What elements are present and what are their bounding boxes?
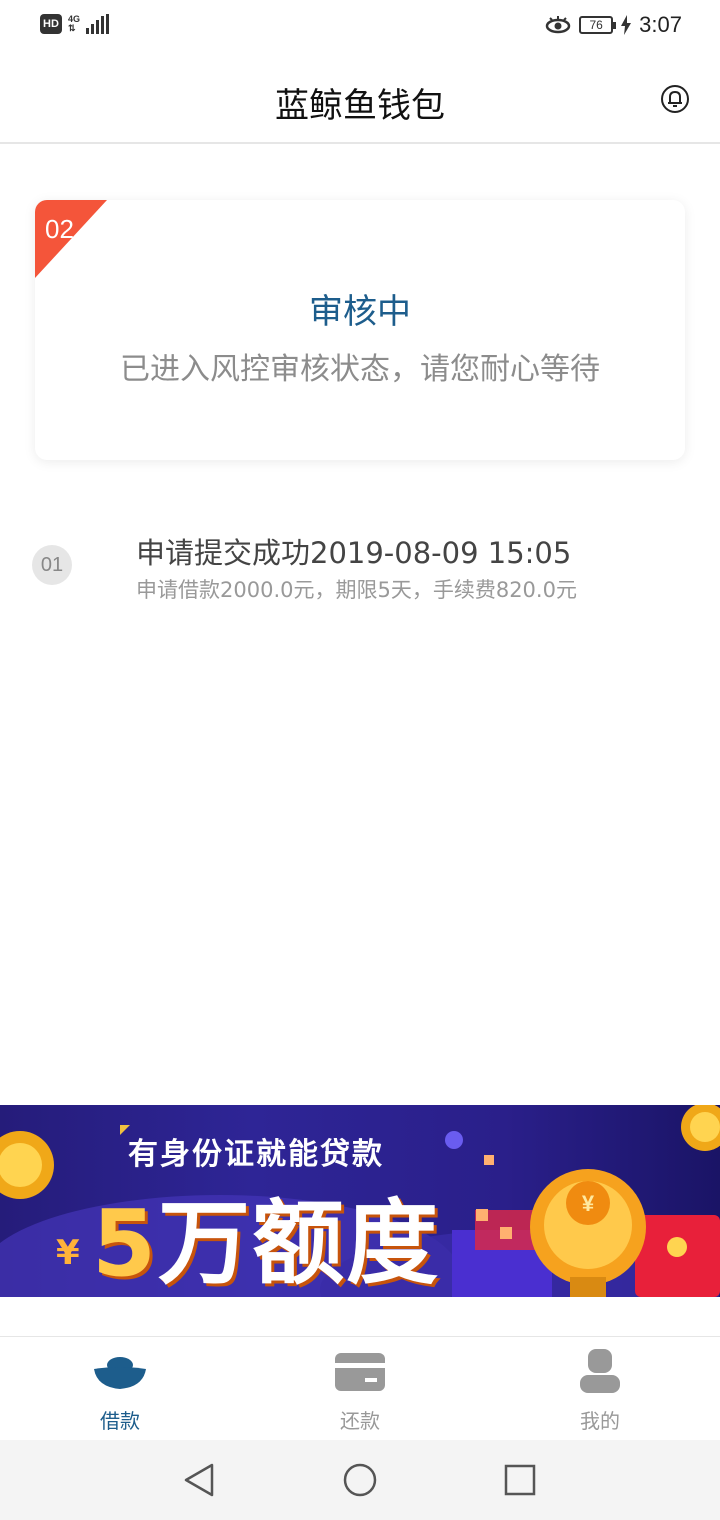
current-step-number: 02 (45, 214, 74, 244)
banner-amount: 5万额度 (92, 1169, 440, 1297)
review-status-title: 审核中 (309, 292, 411, 332)
recents-icon[interactable] (500, 1460, 540, 1500)
ingot-icon (94, 1357, 146, 1389)
charging-icon (621, 15, 632, 35)
review-status-description: 已进入风控审核状态，请您耐心等待 (120, 352, 600, 387)
tab-borrow[interactable]: 借款 (0, 1337, 240, 1441)
bell-icon[interactable] (660, 84, 690, 114)
app-header: 蓝鲸鱼钱包 (0, 56, 720, 144)
hd-badge: HD (40, 14, 62, 34)
step-number-badge: 01 (32, 545, 72, 585)
tab-borrow-label: 借款 (100, 1409, 140, 1433)
tab-repay[interactable]: 还款 (240, 1337, 480, 1441)
tab-mine-label: 我的 (580, 1409, 620, 1433)
user-icon (580, 1349, 620, 1393)
promo-banner[interactable]: ¥ 有身份证就能贷款 ¥ 5万额度 (0, 1105, 720, 1297)
signal-icon (86, 14, 110, 34)
card-icon (335, 1353, 385, 1391)
home-icon[interactable] (340, 1460, 380, 1500)
network-4g-icon: 4G ⇅ (68, 14, 81, 33)
step-title: 申请提交成功2019-08-09 15:05 (136, 536, 572, 570)
review-status-card: 02 审核中 已进入风控审核状态，请您耐心等待 (35, 200, 685, 460)
banner-currency-symbol: ¥ (56, 1233, 80, 1273)
tab-repay-label: 还款 (340, 1409, 380, 1433)
svg-text:¥: ¥ (582, 1191, 595, 1216)
step-detail: 申请借款2000.0元，期限5天，手续费820.0元 (136, 578, 577, 602)
banner-amount-unit: 万额度 (158, 1190, 441, 1297)
back-icon[interactable] (180, 1460, 220, 1500)
step-item: 01 申请提交成功2019-08-09 15:05 申请借款2000.0元，期限… (32, 530, 692, 610)
tab-mine[interactable]: 我的 (480, 1337, 720, 1441)
app-screen: HD 4G ⇅ 76 3:07 蓝鲸鱼钱包 02 审核中 已进入风控审核状态，请… (0, 0, 720, 1520)
banner-headline: 有身份证就能贷款 (128, 1137, 384, 1172)
page-title: 蓝鲸鱼钱包 (275, 86, 445, 126)
bottom-tab-bar: 借款 还款 我的 (0, 1336, 720, 1440)
status-bar: HD 4G ⇅ 76 3:07 (0, 0, 720, 56)
banner-amount-number: 5 (92, 1190, 159, 1297)
battery-icon: 76 (579, 16, 617, 34)
system-nav-bar (0, 1440, 720, 1520)
eye-comfort-icon (545, 16, 571, 34)
clock: 3:07 (639, 12, 682, 37)
